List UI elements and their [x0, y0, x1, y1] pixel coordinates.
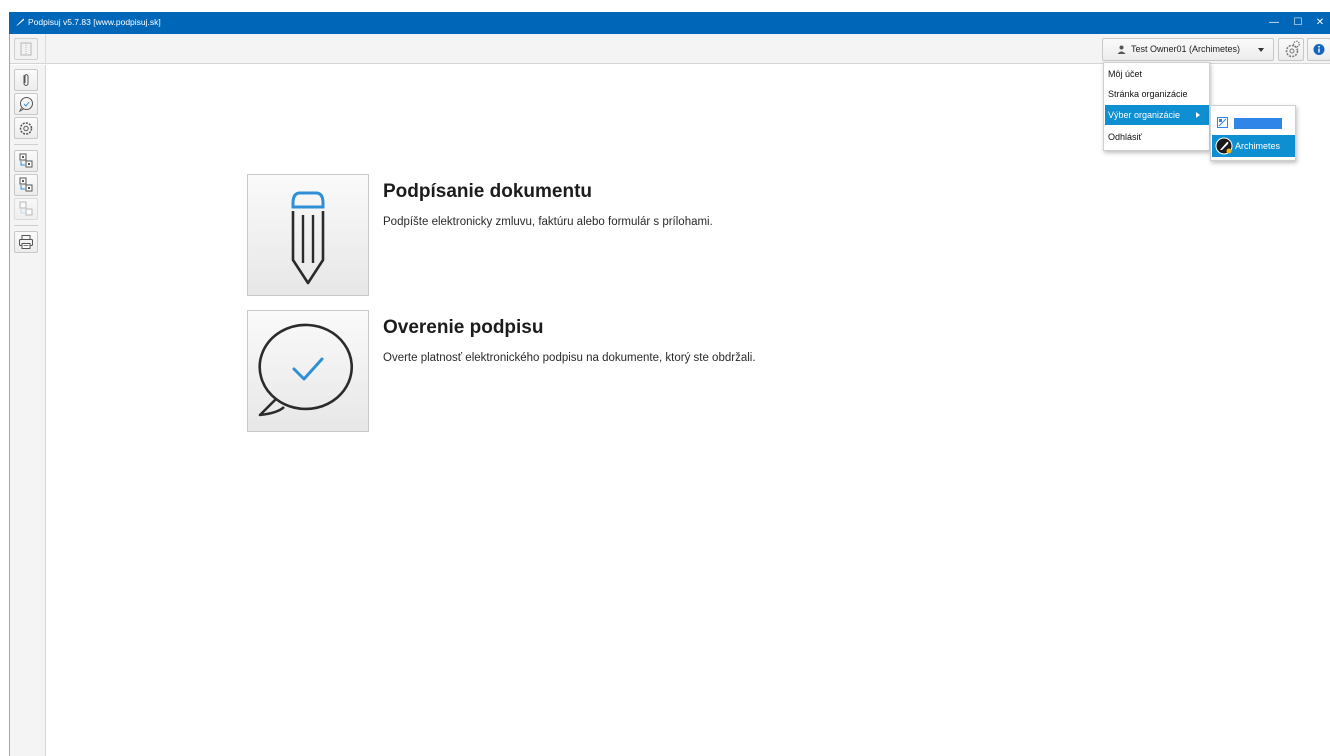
- gears-icon: [1285, 40, 1300, 58]
- chat-check-icon: [258, 323, 353, 417]
- sidebar-separator: [14, 144, 38, 145]
- attach-button[interactable]: [14, 69, 38, 91]
- menu-item-logout[interactable]: Odhlásiť: [1105, 127, 1209, 147]
- verify-signature-title[interactable]: Overenie podpisu: [383, 317, 543, 339]
- document-move-icon: [19, 177, 33, 192]
- user-account-dropdown[interactable]: Test Owner01 (Archimetes): [1102, 38, 1274, 61]
- left-sidebar: [10, 65, 46, 756]
- sidebar-settings-button[interactable]: [14, 117, 38, 139]
- paperclip-icon: [23, 74, 29, 86]
- close-button[interactable]: ✕: [1309, 14, 1330, 32]
- chat-check-icon: [18, 97, 33, 112]
- pencil-icon: [291, 191, 325, 285]
- submenu-item-archimetes[interactable]: Archimetes: [1212, 135, 1295, 157]
- about-button[interactable]: [1307, 38, 1330, 61]
- move-down-button[interactable]: [14, 174, 38, 196]
- info-icon: [1313, 44, 1325, 55]
- window-title: Podpisuj v5.7.83 [www.podpisuj.sk]: [28, 17, 161, 27]
- settings-button[interactable]: [1278, 38, 1304, 61]
- menu-item-label: Výber organizácie: [1108, 110, 1181, 120]
- toolbar-separator: [45, 34, 46, 64]
- sign-document-title[interactable]: Podpísanie dokumentu: [383, 181, 592, 203]
- app-window: Test Owner01 (Archimetes) Podpísanie dok…: [9, 34, 1330, 756]
- gear-icon: [19, 122, 33, 135]
- verify-signature-button[interactable]: [14, 93, 38, 115]
- top-toolbar: Test Owner01 (Archimetes): [10, 34, 1330, 64]
- broken-image-icon: [1217, 117, 1228, 128]
- menu-item-select-organization[interactable]: Výber organizácie: [1105, 105, 1209, 125]
- document-move-icon: [19, 153, 33, 168]
- verify-signature-description: Overte platnosť elektronického podpisu n…: [383, 352, 756, 364]
- chevron-right-icon: [1196, 112, 1200, 118]
- print-button[interactable]: [14, 231, 38, 253]
- document-move-icon: [19, 201, 33, 216]
- user-name-label: Test Owner01 (Archimetes): [1131, 44, 1241, 54]
- move-disabled-button[interactable]: [14, 198, 38, 220]
- user-menu: Môj účet Stránka organizácie Výber organ…: [1103, 62, 1210, 151]
- organization-logo-icon: [1215, 137, 1233, 155]
- minimize-button[interactable]: —: [1263, 14, 1285, 32]
- sidebar-separator: [14, 225, 38, 226]
- submenu-item-organization[interactable]: [1212, 113, 1295, 133]
- menu-item-my-account[interactable]: Môj účet: [1105, 64, 1209, 84]
- sign-document-card[interactable]: [247, 174, 369, 296]
- move-up-button[interactable]: [14, 150, 38, 172]
- maximize-button[interactable]: ☐: [1287, 14, 1309, 32]
- sign-document-description: Podpíšte elektronicky zmluvu, faktúru al…: [383, 216, 713, 228]
- printer-icon: [19, 235, 33, 249]
- redacted-organization-name: [1234, 118, 1282, 129]
- app-feather-icon: [16, 18, 24, 26]
- toggle-panel-button[interactable]: [14, 38, 38, 60]
- user-icon: [1117, 45, 1126, 54]
- panel-toggle-icon: [20, 42, 32, 56]
- organization-name: Archimetes: [1235, 141, 1281, 151]
- menu-item-organization-page[interactable]: Stránka organizácie: [1105, 84, 1209, 104]
- verify-signature-card[interactable]: [247, 310, 369, 432]
- title-bar: Podpisuj v5.7.83 [www.podpisuj.sk] — ☐ ✕: [9, 12, 1330, 34]
- organization-submenu: Archimetes: [1210, 105, 1296, 161]
- chevron-down-icon: [1258, 48, 1264, 52]
